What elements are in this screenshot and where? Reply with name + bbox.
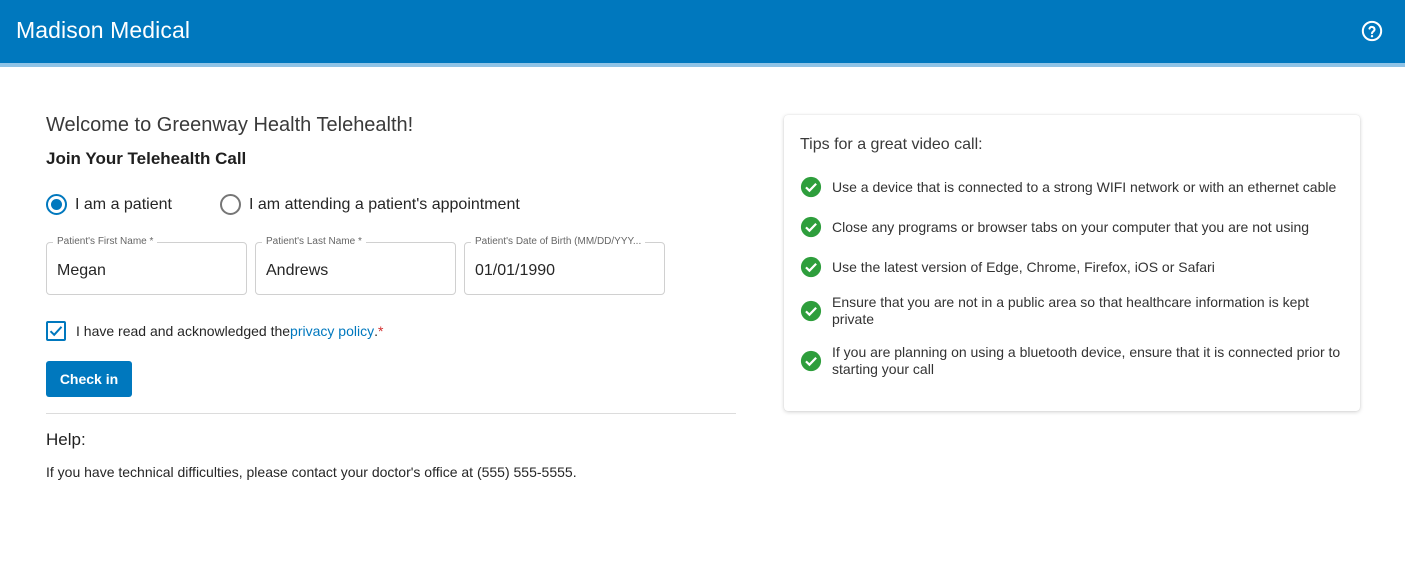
tip-text: Ensure that you are not in a public area… (832, 294, 1310, 327)
check-circle-icon (800, 256, 822, 278)
privacy-ack-text: I have read and acknowledged the (76, 323, 291, 339)
tip-text: Close any programs or browser tabs on yo… (832, 218, 1310, 235)
tip-item: If you are planning on using a bluetooth… (800, 344, 1345, 378)
check-in-button[interactable]: Check in (46, 361, 132, 397)
privacy-ack-row: I have read and acknowledged the privacy… (46, 321, 383, 341)
tips-card: Tips for a great video call: Use a devic… (784, 115, 1360, 411)
app-header: Madison Medical (0, 0, 1405, 63)
tip-text: If you are planning on using a bluetooth… (832, 344, 1341, 377)
dob-field[interactable]: Patient's Date of Birth (MM/DD/YYY... (464, 236, 665, 295)
tip-text: Use the latest version of Edge, Chrome, … (832, 258, 1215, 275)
help-text: If you have technical difficulties, plea… (46, 464, 577, 480)
radio-selected-icon[interactable] (46, 194, 67, 215)
privacy-checkbox[interactable] (46, 321, 66, 341)
tip-item: Use the latest version of Edge, Chrome, … (800, 256, 1345, 278)
header-accent-strip (0, 63, 1405, 67)
last-name-input[interactable] (266, 262, 446, 280)
help-circle-icon[interactable] (1361, 20, 1383, 42)
check-circle-icon (800, 300, 822, 322)
radio-attending-label: I am attending a patient's appointment (249, 195, 520, 213)
required-mark: * (377, 323, 384, 339)
radio-unselected-icon[interactable] (220, 194, 241, 215)
help-heading: Help: (46, 430, 86, 449)
tip-item: Close any programs or browser tabs on yo… (800, 216, 1345, 238)
form-heading: Join Your Telehealth Call (46, 149, 247, 168)
section-divider (46, 413, 736, 414)
welcome-heading: Welcome to Greenway Health Telehealth! (46, 114, 414, 136)
tip-text: Use a device that is connected to a stro… (832, 178, 1337, 195)
last-name-field[interactable]: Patient's Last Name * (255, 236, 456, 295)
tip-item: Ensure that you are not in a public area… (800, 294, 1345, 328)
radio-patient-label: I am a patient (75, 195, 172, 213)
app-title: Madison Medical (16, 17, 191, 43)
check-circle-icon (800, 216, 822, 238)
tip-item: Use a device that is connected to a stro… (800, 176, 1345, 198)
dob-input[interactable] (475, 262, 655, 280)
dob-label: Patient's Date of Birth (MM/DD/YYY... (471, 236, 646, 247)
privacy-policy-link[interactable]: privacy policy (290, 323, 374, 339)
first-name-field[interactable]: Patient's First Name * (46, 236, 247, 295)
first-name-input[interactable] (57, 262, 237, 280)
tips-title: Tips for a great video call: (800, 136, 983, 153)
last-name-label: Patient's Last Name * (262, 236, 366, 247)
radio-attending[interactable]: I am attending a patient's appointment (220, 194, 520, 215)
check-circle-icon (800, 350, 822, 372)
checkmark-icon (49, 326, 63, 337)
first-name-label: Patient's First Name * (53, 236, 158, 247)
radio-patient[interactable]: I am a patient (46, 194, 172, 215)
check-circle-icon (800, 176, 822, 198)
